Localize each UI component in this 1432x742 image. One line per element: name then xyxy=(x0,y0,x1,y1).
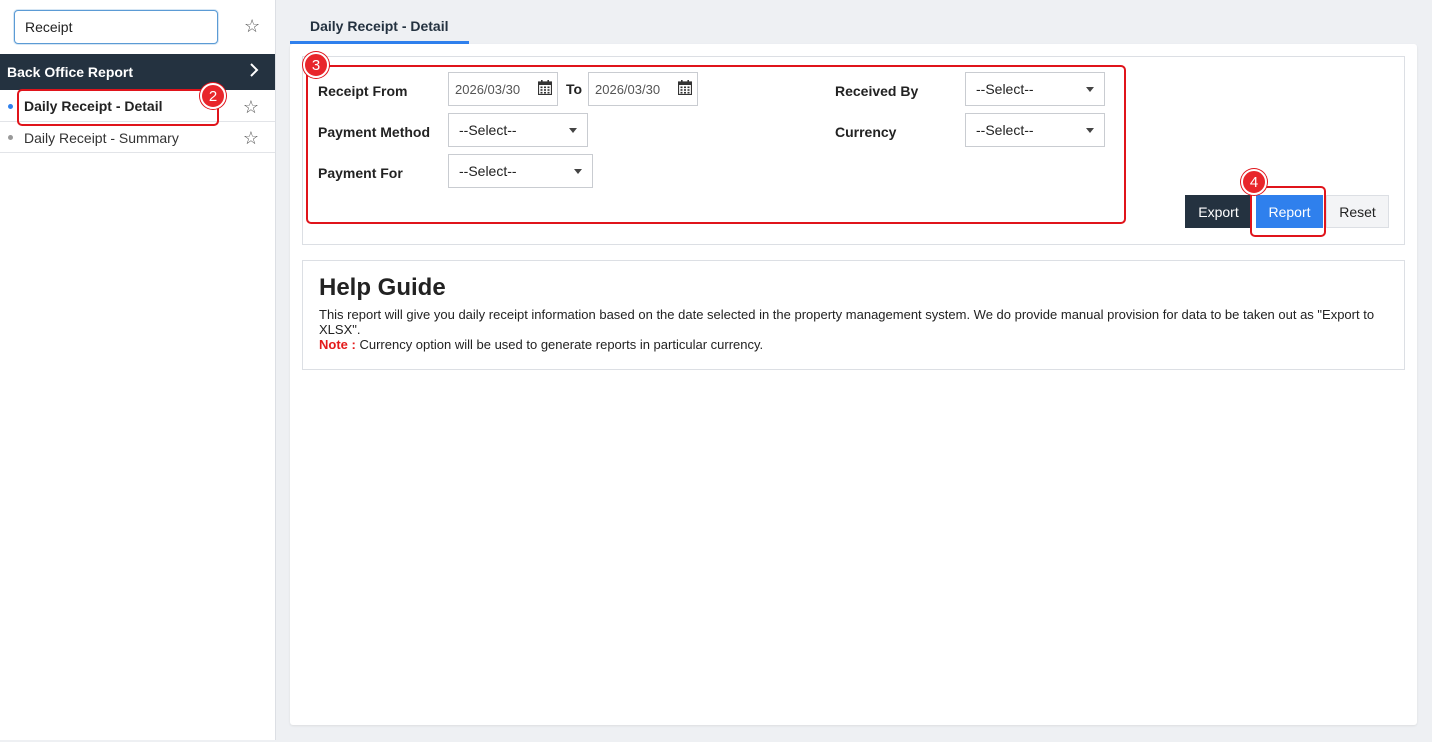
caret-down-icon xyxy=(569,128,577,133)
help-guide-note: Note : Currency option will be used to g… xyxy=(319,337,1388,352)
receipt-to-value: 2026/03/30 xyxy=(595,82,661,97)
receipt-from-date-input[interactable]: 2026/03/30 xyxy=(448,72,558,106)
help-guide-text: This report will give you daily receipt … xyxy=(319,307,1375,337)
to-label: To xyxy=(566,81,583,97)
section-title: Back Office Report xyxy=(7,64,134,80)
bullet-dot-icon xyxy=(8,135,13,140)
received-by-label: Received By xyxy=(835,83,919,99)
star-icon[interactable]: ☆ xyxy=(243,129,259,147)
search-input[interactable] xyxy=(14,10,218,44)
note-label: Note : xyxy=(319,337,356,352)
export-button[interactable]: Export xyxy=(1185,195,1252,228)
payment-method-label: Payment Method xyxy=(318,124,431,140)
caret-down-icon xyxy=(574,169,582,174)
search-wrap xyxy=(14,10,218,44)
sidebar-item-label: Daily Receipt - Summary xyxy=(24,130,179,146)
report-button[interactable]: Report xyxy=(1256,195,1323,228)
received-by-value: --Select-- xyxy=(976,81,1034,97)
calendar-icon[interactable] xyxy=(538,80,552,95)
currency-select[interactable]: --Select-- xyxy=(965,113,1105,147)
currency-label: Currency xyxy=(835,124,897,140)
help-guide-title: Help Guide xyxy=(319,274,446,301)
annotation-badge: 4 xyxy=(1241,169,1267,195)
star-icon[interactable]: ☆ xyxy=(244,17,260,35)
tab-daily-receipt-detail[interactable]: Daily Receipt - Detail xyxy=(290,10,469,44)
payment-for-value: --Select-- xyxy=(459,163,517,179)
main-panel: Receipt From 2026/03/30 To 2026/03/30 Re… xyxy=(290,44,1417,725)
currency-value: --Select-- xyxy=(976,122,1034,138)
caret-down-icon xyxy=(1086,128,1094,133)
active-dot-icon xyxy=(8,104,13,109)
payment-method-value: --Select-- xyxy=(459,122,517,138)
received-by-select[interactable]: --Select-- xyxy=(965,72,1105,106)
reset-button[interactable]: Reset xyxy=(1326,195,1389,228)
sidebar-item-label: Daily Receipt - Detail xyxy=(24,98,163,114)
section-back-office-report[interactable]: Back Office Report xyxy=(0,54,275,90)
chevron-right-icon xyxy=(249,62,259,83)
receipt-to-date-input[interactable]: 2026/03/30 xyxy=(588,72,698,106)
payment-for-select[interactable]: --Select-- xyxy=(448,154,593,188)
annotation-badge: 2 xyxy=(200,83,226,109)
note-text: Currency option will be used to generate… xyxy=(355,337,764,352)
payment-method-select[interactable]: --Select-- xyxy=(448,113,588,147)
sidebar-item-daily-receipt-summary[interactable]: Daily Receipt - Summary ☆ xyxy=(0,122,275,153)
sidebar-item-daily-receipt-detail[interactable]: Daily Receipt - Detail ☆ xyxy=(0,91,275,122)
calendar-icon[interactable] xyxy=(678,80,692,95)
caret-down-icon xyxy=(1086,87,1094,92)
star-icon[interactable]: ☆ xyxy=(243,98,259,116)
annotation-badge: 3 xyxy=(303,52,329,78)
receipt-from-label: Receipt From xyxy=(318,83,408,99)
help-guide-panel: Help Guide This report will give you dai… xyxy=(302,260,1405,370)
sidebar: ☆ Back Office Report Daily Receipt - Det… xyxy=(0,0,276,740)
receipt-from-value: 2026/03/30 xyxy=(455,82,521,97)
payment-for-label: Payment For xyxy=(318,165,403,181)
